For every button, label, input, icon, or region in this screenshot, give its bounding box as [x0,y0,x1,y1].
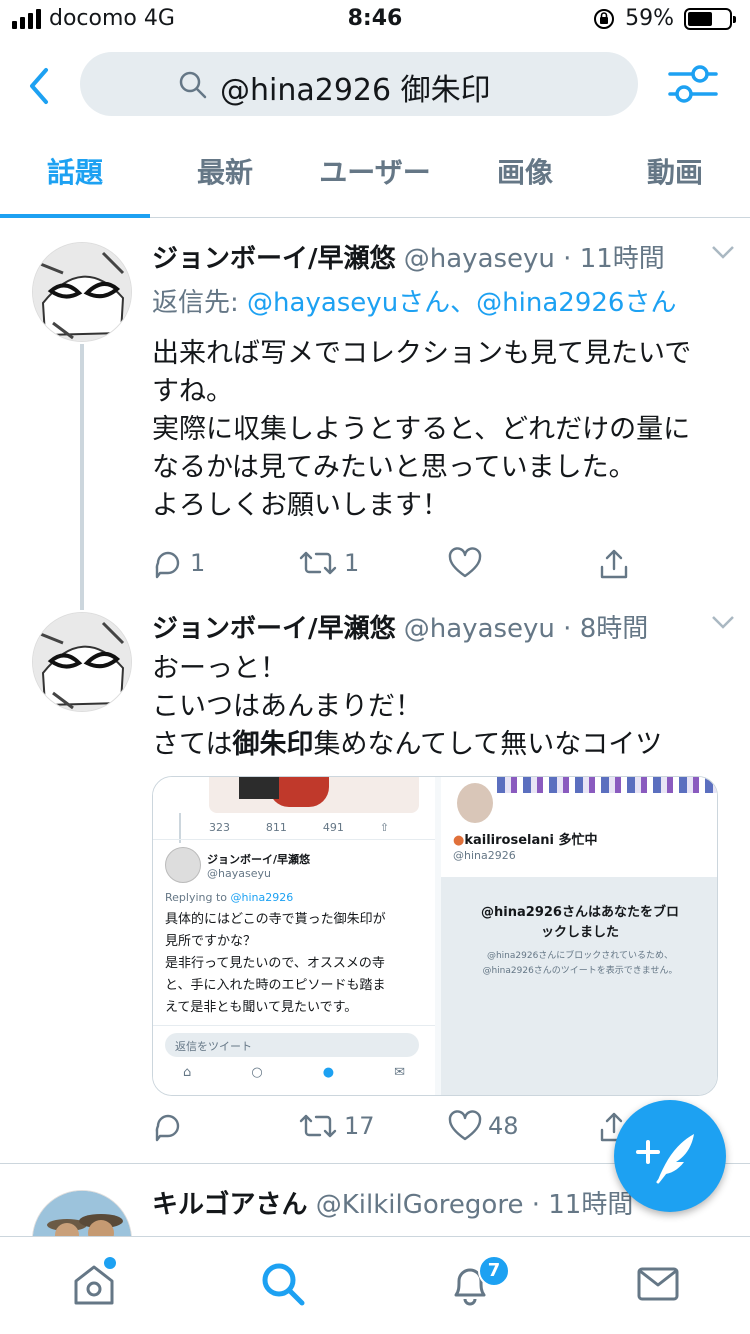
tweet-text: 出来れば写メでコレクションも見て見たいで すね。 実際に収集しようとすると、どれ… [152,335,722,525]
text-line: 出来れば写メでコレクションも見て見たいで [152,338,692,369]
battery-icon [684,7,736,30]
search-query: @hina2926 御朱印 [220,73,491,108]
reply-count: 1 [190,549,206,577]
like-button[interactable]: 48 [448,1110,519,1142]
reply-to-link[interactable]: @hayaseyuさん、@hina2926さん [247,288,676,318]
status-bar: docomo 4G 8:46 59% [0,0,750,40]
media-screenshot-right[interactable]: ●kailiroselani 多忙中 @hina2926 @hina2926さん… [441,777,717,1095]
reply-icon [155,551,180,579]
search-header: @hina2926 御朱印 [0,40,750,132]
reply-button[interactable] [152,1110,190,1142]
blocked-description: @hina2926さんにブロックされているため、 @hina2926さんのツイー… [482,951,678,976]
avatar[interactable] [32,1190,132,1236]
orientation-lock-icon [594,8,615,29]
media-screenshot-left[interactable]: 323 811 491 ⇧ ジョンボーイ/早瀬悠 @hayaseyu Reply… [153,777,435,1095]
text-line: さては御朱印集めなんてして無いなコイツ [152,729,663,760]
tab-latest[interactable]: 最新 [150,132,300,217]
floral-header [497,777,717,793]
bottom-nav: 7 [0,1236,750,1334]
chevron-down-icon[interactable] [710,242,736,262]
retweet-count: 17 [344,1112,375,1140]
tab-people[interactable]: ユーザー [300,132,450,217]
display-name[interactable]: ジョンボーイ/早瀬悠 [152,244,396,274]
retweet-button[interactable]: 1 [298,547,359,579]
heart-icon [448,1110,482,1141]
mini-name: ジョンボーイ/早瀬悠 [207,853,311,866]
text-line: よろしくお願いします！ [152,490,449,521]
like-button[interactable] [448,547,488,579]
tweet-item[interactable]: ジョンボーイ/早瀬悠 @hayaseyu · 8時間 おーっと！ こいつはあんま… [0,602,750,1164]
tweet-time: · 8時間 [563,614,649,644]
retweet-icon [299,1114,337,1138]
search-tabs: 話題 最新 ユーザー 画像 動画 [0,132,750,218]
tweet-text: おーっと！ こいつはあんまりだ！ さては御朱印集めなんてして無いなコイツ [152,650,722,764]
reply-icon [155,1114,180,1142]
blocked-user-handle: @hina2926 [453,849,516,862]
mini-reply-box: 返信をツイート [165,1033,419,1057]
retweet-icon [299,551,337,575]
tweet-media[interactable]: 323 811 491 ⇧ ジョンボーイ/早瀬悠 @hayaseyu Reply… [152,776,718,1096]
avatar[interactable] [32,612,132,712]
mini-avatar [165,847,201,883]
reply-prefix: 返信先: [152,288,248,318]
mask-avatar-image [33,243,131,341]
battery-percent: 59% [625,6,674,31]
share-icon [600,549,628,579]
mini-actions: 323 811 491 ⇧ [209,821,389,834]
avatar[interactable] [32,242,132,342]
tab-photos[interactable]: 画像 [450,132,600,217]
search-icon [179,71,207,99]
display-name[interactable]: キルゴアさん [152,1190,307,1220]
back-arrow-icon[interactable] [24,64,54,108]
text-line: おーっと！ [152,653,287,684]
thread-line [80,602,84,610]
compose-feather-icon [636,1134,694,1184]
partial-illustration [209,777,419,813]
home-unread-dot [104,1257,116,1269]
compose-tweet-button[interactable] [614,1100,726,1212]
text-line: こいつはあんまりだ！ [152,691,422,722]
text-line: なるかは見てみたいと思っていました。 [152,452,636,483]
mini-handle: @hayaseyu [207,867,271,880]
retweet-button[interactable]: 17 [298,1110,375,1142]
blocked-title: @hina2926さんはあなたをブロ ックしました [481,905,679,940]
like-count: 48 [488,1112,519,1140]
chevron-down-icon[interactable] [710,612,736,632]
messages-envelope-icon[interactable] [636,1261,680,1307]
text-line: すね。 [152,376,233,407]
user-handle: @hayaseyu [403,244,555,274]
tab-top[interactable]: 話題 [0,132,150,218]
user-handle: @hayaseyu [403,614,555,644]
tweet-time: · 11時間 [563,244,665,274]
reply-button[interactable]: 1 [152,547,205,579]
tab-videos[interactable]: 動画 [600,132,750,217]
retweet-count: 1 [344,549,360,577]
tweet-item[interactable]: ジョンボーイ/早瀬悠 @hayaseyu · 11時間 返信先: @hayase… [0,218,750,602]
mask-avatar-image [33,613,131,711]
filter-settings-icon[interactable] [668,62,718,106]
mini-tabbar: ⌂ ○ ● ✉ [183,1065,405,1080]
text-line: 実際に収集しようとすると、どれだけの量に [152,414,691,445]
soldiers-avatar-image [33,1191,131,1236]
search-input[interactable]: @hina2926 御朱印 [80,52,638,116]
share-button[interactable] [598,547,630,581]
mini-avatar [455,781,495,825]
search-icon[interactable] [260,1261,306,1307]
thread-line [80,344,84,602]
display-name[interactable]: ジョンボーイ/早瀬悠 [152,614,396,644]
blocked-user-name: ●kailiroselani 多忙中 [453,833,598,848]
highlighted-keyword: 御朱印 [232,729,314,760]
notifications-badge: 7 [478,1255,510,1287]
user-handle: @KilkilGoregore [315,1190,524,1220]
heart-icon [448,547,482,578]
mini-tweet-text: 具体的にはどこの寺で貰った御朱印が 見所ですかな？ 是非行って見たいので、オスス… [165,912,386,1015]
